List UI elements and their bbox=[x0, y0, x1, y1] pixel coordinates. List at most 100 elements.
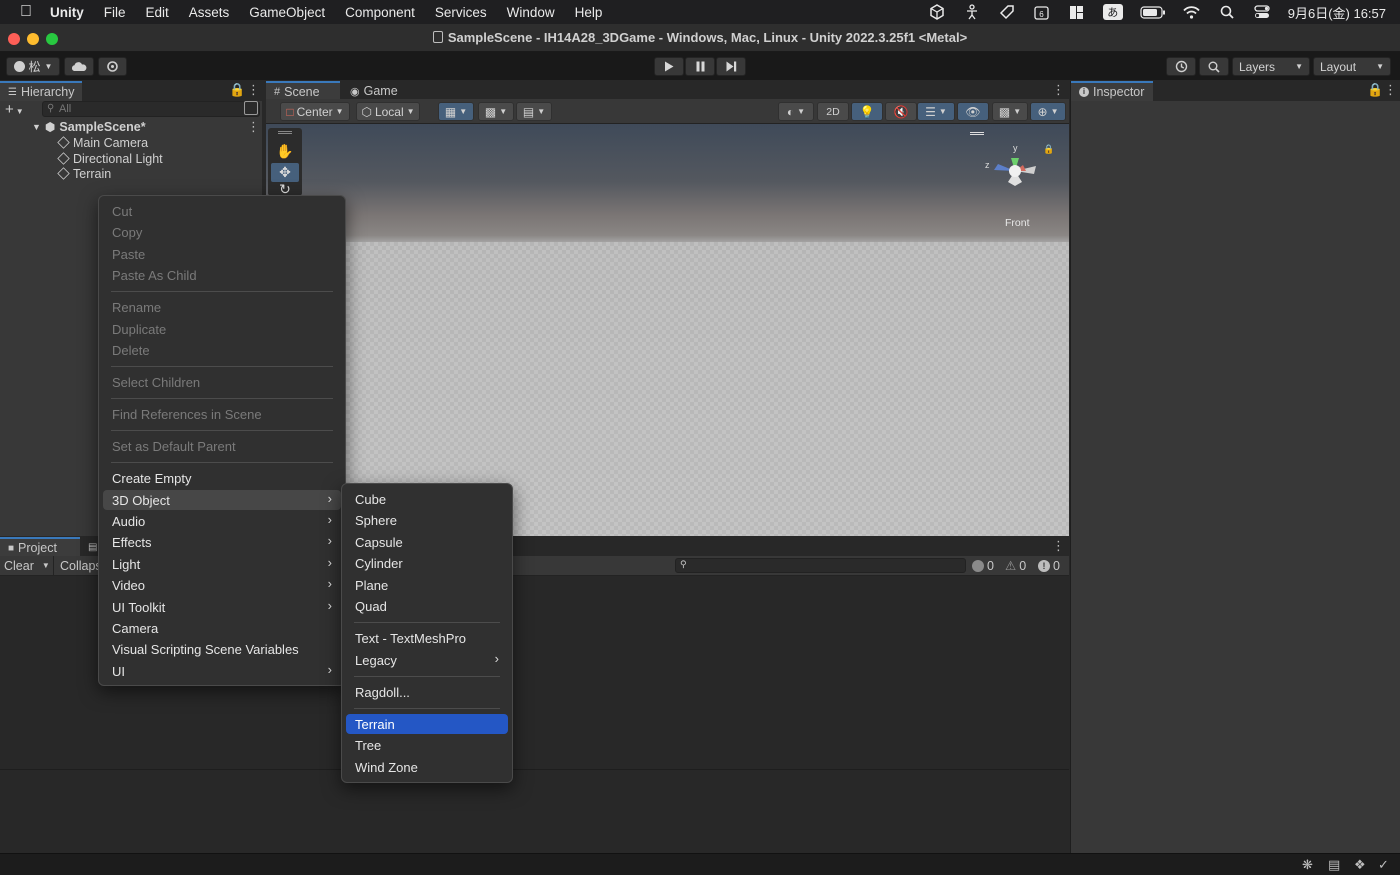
menu-services[interactable]: Services bbox=[435, 5, 487, 20]
scene-visibility-toggle[interactable]: 👁 bbox=[957, 102, 989, 121]
log-count-toggle[interactable]: 0 bbox=[972, 557, 1002, 574]
wifi-icon[interactable] bbox=[1183, 4, 1201, 20]
menu-item-select-children[interactable]: Select Children bbox=[103, 372, 341, 392]
hand-tool-button[interactable]: ✋ bbox=[271, 142, 299, 161]
move-tool-button[interactable]: ✥ bbox=[271, 163, 299, 182]
lighting-toggle[interactable]: 💡 bbox=[851, 102, 883, 121]
menu-item-duplicate[interactable]: Duplicate bbox=[103, 319, 341, 339]
debug-bug-icon[interactable]: ❋ bbox=[1302, 857, 1313, 873]
global-search-button[interactable] bbox=[1199, 57, 1229, 76]
menu-item-create-empty[interactable]: Create Empty bbox=[103, 468, 341, 488]
progress-check-icon[interactable]: ✓ bbox=[1378, 857, 1389, 873]
tab-inspector[interactable]: i Inspector bbox=[1071, 81, 1153, 101]
layout-dropdown[interactable]: Layout ▼ bbox=[1313, 57, 1391, 76]
overlay-handle-icon[interactable] bbox=[278, 131, 292, 134]
menu-item-paste-as-child[interactable]: Paste As Child bbox=[103, 265, 341, 285]
camera-settings-dropdown[interactable]: ▩ ▼ bbox=[992, 102, 1028, 121]
menu-item-rename[interactable]: Rename bbox=[103, 297, 341, 317]
panel-menu-icon[interactable]: ⋮ bbox=[1052, 538, 1065, 554]
menu-item-set-default-parent[interactable]: Set as Default Parent bbox=[103, 436, 341, 456]
toggle-2d-button[interactable]: 2D bbox=[817, 102, 849, 121]
play-button[interactable] bbox=[654, 57, 684, 76]
menu-item-ui-toolkit[interactable]: UI Toolkit › bbox=[103, 597, 341, 617]
clear-dropdown[interactable]: Clear ▼ bbox=[0, 556, 54, 575]
gizmos-dropdown[interactable]: ⊕ ▼ bbox=[1030, 102, 1066, 121]
cache-server-icon[interactable]: ▤ bbox=[1328, 857, 1340, 873]
panel-menu-icon[interactable]: ⋮ bbox=[1384, 82, 1397, 98]
panel-menu-icon[interactable]: ⋮ bbox=[1052, 82, 1065, 98]
menu-item-ragdoll[interactable]: Ragdoll... bbox=[346, 682, 508, 702]
battery-icon[interactable] bbox=[1140, 4, 1166, 20]
accessibility-icon[interactable] bbox=[963, 4, 981, 20]
menu-item-cylinder[interactable]: Cylinder bbox=[346, 553, 508, 573]
menu-app-unity[interactable]: Unity bbox=[50, 5, 84, 20]
menu-item-plane[interactable]: Plane bbox=[346, 575, 508, 595]
menubar-clock[interactable]: 9月6日(金) 16:57 bbox=[1288, 3, 1386, 22]
window-layout-icon[interactable] bbox=[1068, 4, 1086, 20]
scene-viewport[interactable]: y z Front 🔒 bbox=[266, 124, 1069, 536]
menu-item-copy[interactable]: Copy bbox=[103, 222, 341, 242]
lock-icon[interactable]: 🔒 bbox=[229, 82, 245, 98]
hierarchy-item-directional-light[interactable]: Directional Light bbox=[57, 151, 163, 166]
menu-item-effects[interactable]: Effects › bbox=[103, 532, 341, 552]
tab-console[interactable]: ▤ bbox=[80, 537, 100, 557]
menu-item-paste[interactable]: Paste bbox=[103, 244, 341, 264]
menu-component[interactable]: Component bbox=[345, 5, 415, 20]
menu-help[interactable]: Help bbox=[575, 5, 603, 20]
console-search-input[interactable]: ⚲ bbox=[675, 558, 966, 573]
undo-history-button[interactable] bbox=[1166, 57, 1196, 76]
menu-item-quad[interactable]: Quad bbox=[346, 596, 508, 616]
rotate-tool-button[interactable]: ↻ bbox=[271, 184, 299, 194]
menu-item-cut[interactable]: Cut bbox=[103, 201, 341, 221]
account-dropdown[interactable]: 松 ▼ bbox=[6, 57, 60, 76]
menu-file[interactable]: File bbox=[104, 5, 126, 20]
tab-scene[interactable]: # Scene bbox=[266, 81, 340, 101]
menu-window[interactable]: Window bbox=[507, 5, 555, 20]
spotlight-search-icon[interactable] bbox=[1218, 4, 1236, 20]
create-add-button[interactable]: + ▼ bbox=[5, 101, 24, 118]
lock-icon[interactable]: 🔒 bbox=[1367, 82, 1383, 98]
menu-item-visual-scripting-variables[interactable]: Visual Scripting Scene Variables bbox=[103, 639, 341, 659]
cloud-button[interactable] bbox=[64, 57, 94, 76]
pivot-center-dropdown[interactable]: □ Center ▼ bbox=[280, 102, 350, 121]
menu-item-capsule[interactable]: Capsule bbox=[346, 532, 508, 552]
menu-item-cube[interactable]: Cube bbox=[346, 489, 508, 509]
collab-button[interactable] bbox=[98, 57, 127, 76]
shading-mode-dropdown[interactable]: ◐ ▼ bbox=[778, 102, 814, 121]
gizmo-handle-icon[interactable] bbox=[970, 132, 984, 135]
step-button[interactable] bbox=[716, 57, 746, 76]
panel-menu-icon[interactable]: ⋮ bbox=[247, 82, 260, 98]
grid-snapping-toggle[interactable]: ▦ ▼ bbox=[438, 102, 474, 121]
tab-hierarchy[interactable]: ☰ Hierarchy bbox=[0, 81, 82, 101]
menu-item-sphere[interactable]: Sphere bbox=[346, 510, 508, 530]
scene-orientation-gizmo[interactable]: y z Front 🔒 bbox=[970, 132, 1069, 232]
apple-menu-icon[interactable]:  bbox=[16, 3, 36, 21]
menu-item-find-references[interactable]: Find References in Scene bbox=[103, 404, 341, 424]
menu-assets[interactable]: Assets bbox=[189, 5, 230, 20]
menu-item-wind-zone[interactable]: Wind Zone bbox=[346, 757, 508, 777]
menu-gameobject[interactable]: GameObject bbox=[249, 5, 325, 20]
menu-item-legacy[interactable]: Legacy › bbox=[346, 650, 508, 670]
increment-snap-toggle[interactable]: ▩ ▼ bbox=[478, 102, 514, 121]
pause-button[interactable] bbox=[685, 57, 715, 76]
menu-item-video[interactable]: Video › bbox=[103, 575, 341, 595]
control-center-icon[interactable] bbox=[1253, 4, 1271, 20]
menu-item-terrain[interactable]: Terrain bbox=[346, 714, 508, 734]
menu-edit[interactable]: Edit bbox=[146, 5, 169, 20]
hierarchy-item-terrain[interactable]: Terrain bbox=[57, 166, 111, 181]
tab-game[interactable]: ◉ Game bbox=[342, 81, 406, 101]
scene-menu-icon[interactable]: ⋮ bbox=[247, 119, 260, 135]
error-count-toggle[interactable]: ! 0 bbox=[1038, 557, 1068, 574]
tab-project[interactable]: ■ Project bbox=[0, 537, 80, 557]
input-method-icon[interactable]: あ bbox=[1102, 4, 1123, 20]
tag-icon[interactable] bbox=[998, 4, 1016, 20]
warning-count-toggle[interactable]: ⚠ 0 bbox=[1005, 557, 1035, 574]
menu-item-audio[interactable]: Audio › bbox=[103, 511, 341, 531]
menu-item-text-textmeshpro[interactable]: Text - TextMeshPro bbox=[346, 628, 508, 648]
auto-generate-lighting-icon[interactable]: ❖ bbox=[1354, 857, 1366, 873]
menu-item-delete[interactable]: Delete bbox=[103, 340, 341, 360]
menu-item-camera[interactable]: Camera bbox=[103, 618, 341, 638]
calendar-icon[interactable]: 6 bbox=[1033, 4, 1051, 20]
layers-dropdown[interactable]: Layers ▼ bbox=[1232, 57, 1310, 76]
audio-toggle[interactable]: 🔇 bbox=[885, 102, 917, 121]
